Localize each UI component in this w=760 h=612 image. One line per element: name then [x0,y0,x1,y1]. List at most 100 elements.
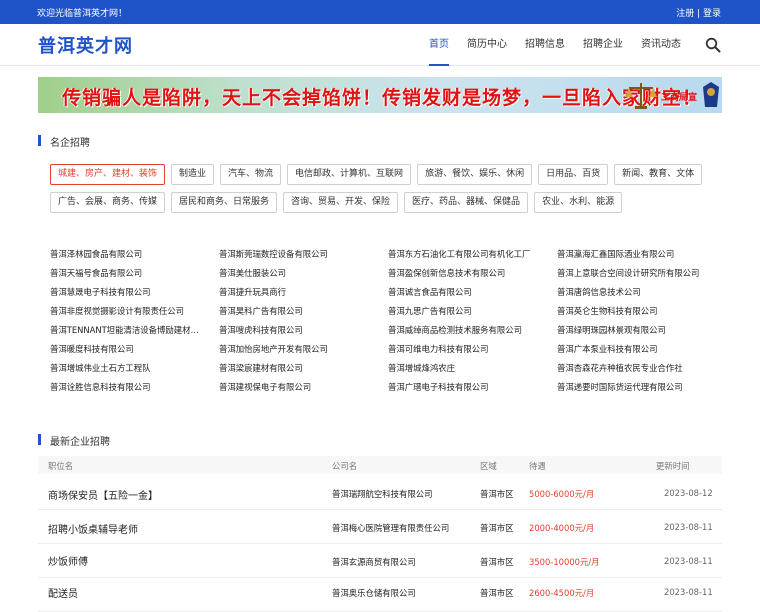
company-grid: 普洱泽林园食品有限公司 普洱斯莞瑞数控设备有限公司 普洱东方石油化工有限公司有机化工… [50,245,730,397]
industry-tag[interactable]: 新闻、教育、文体 [614,164,703,185]
job-title-link[interactable]: 招聘小饭桌辅导老师 [48,521,138,536]
col-position: 职位名 [48,461,74,471]
industry-tag[interactable]: 汽车、物流 [220,164,282,185]
banner-badge: 工商局宣 [661,93,698,103]
company-link[interactable]: 普洱上意联合空间设计研究所有限公司 [557,264,726,283]
company-link[interactable]: 普洱TENNANT坦能清洁设备博励建材… [50,321,219,340]
company-link[interactable]: 普洱暖度科技有限公司 [50,340,219,359]
job-company-link[interactable]: 普洱玄源商贸有限公司 [332,556,416,568]
job-company-link[interactable]: 普洱梅心医院管理有限责任公司 [332,522,449,534]
job-title-link[interactable]: 商场保安员【五险一金】 [48,487,158,502]
industry-tag[interactable]: 农业、水利、能源 [534,192,623,213]
col-updated: 更新时间 [656,461,690,471]
industry-tags: 城建、房产、建材、装饰 制造业 汽车、物流 电信邮政、计算机、互联网 旅游、餐饮… [50,164,703,220]
industry-tag[interactable]: 广告、会展、商务、传媒 [50,192,166,213]
login-link[interactable]: 登录 [703,9,721,19]
company-link[interactable]: 普洱盈保创新信息技术有限公司 [388,264,557,283]
job-pay: 2000-4000元/月 [529,523,595,533]
company-link[interactable]: 普洱梁宸建材有限公司 [219,359,388,378]
job-date: 2023-08-11 [664,556,713,566]
company-link[interactable]: 普洱英仑生物科技有限公司 [557,302,726,321]
industry-tag[interactable]: 城建、房产、建材、装饰 [50,164,166,185]
company-link[interactable]: 普洱诚言食品有限公司 [388,283,557,302]
job-row[interactable]: 商场保安员【五险一金】 普洱瑞翔航空科技有限公司 普洱市区 5000-6000元… [38,476,722,510]
banner-slogan: 传销骗人是陷阱，天上不会掉馅饼！传销发财是场梦，一旦陷入家财空！ [62,87,703,109]
company-link[interactable]: 普洱广瑨电子科技有限公司 [388,378,557,397]
company-link[interactable]: 普洱九思广告有限公司 [388,302,557,321]
company-link[interactable]: 普洱广本泵业科技有限公司 [557,340,726,359]
company-link[interactable]: 普洱威绰商品检测技术服务有限公司 [388,321,557,340]
col-company: 公司名 [332,461,358,471]
company-link[interactable]: 普洱东方石油化工有限公司有机化工厂 [388,245,557,264]
company-link[interactable]: 普洱增城伟业土石方工程队 [50,359,219,378]
job-area: 普洱市区 [480,523,514,533]
job-title-link[interactable]: 炒饭师傅 [48,553,88,568]
latest-jobs-title: 最新企业招聘 [38,433,110,448]
nav-companies[interactable]: 招聘企业 [583,24,623,66]
job-row[interactable]: 配送员 普洱奥乐仓储有限公司 普洱市区 2600-4500元/月 2023-08… [38,578,722,612]
industry-tag[interactable]: 制造业 [171,164,215,185]
job-row[interactable]: 炒饭师傅 普洱玄源商贸有限公司 普洱市区 3500-10000元/月 2023-… [38,544,722,578]
company-link[interactable]: 普洱增城烽鸿农庄 [388,359,557,378]
site-logo[interactable]: 普洱英才网 [38,32,133,58]
company-link[interactable]: 普洱慧晟电子科技有限公司 [50,283,219,302]
company-link[interactable]: 普洱美仕服装公司 [219,264,388,283]
company-link[interactable]: 普洱瀛海汇鑫国际酒业有限公司 [557,245,726,264]
jobs-table-header: 职位名 公司名 区域 待遇 更新时间 [38,456,722,474]
job-pay: 5000-6000元/月 [529,489,595,499]
company-link[interactable]: 普洱建视保电子有限公司 [219,378,388,397]
industry-tag[interactable]: 居民和商务、日常服务 [171,192,278,213]
job-title-link[interactable]: 配送员 [48,585,78,600]
job-area: 普洱市区 [480,588,514,598]
job-area: 普洱市区 [480,557,514,567]
industry-tag[interactable]: 日用品、百货 [538,164,609,185]
nav-home[interactable]: 首页 [429,24,449,66]
company-link[interactable]: 普洱诠胜信息科技有限公司 [50,378,219,397]
job-date: 2023-08-12 [664,488,713,498]
company-link[interactable]: 普洱杏森花卉种植农民专业合作社 [557,359,726,378]
nav-resume-center[interactable]: 简历中心 [467,24,507,66]
nav-job-info[interactable]: 招聘信息 [525,24,565,66]
anti-fraud-banner[interactable]: 传销骗人是陷阱，天上不会掉馅饼！传销发财是场梦，一旦陷入家财空！ 工商局宣 [38,77,722,113]
job-date: 2023-08-11 [664,587,713,597]
main-nav: 首页 简历中心 招聘信息 招聘企业 资讯动态 [411,24,721,66]
top-bar: 欢迎光临普洱英才网！ 注册 | 登录 [0,0,760,24]
nav-news[interactable]: 资讯动态 [641,24,681,66]
site-header: 普洱英才网 首页 简历中心 招聘信息 招聘企业 资讯动态 [0,24,760,66]
company-link[interactable]: 普洱绿明珠园林景观有限公司 [557,321,726,340]
company-link[interactable]: 普洱非度视觉摄影设计有限责任公司 [50,302,219,321]
company-link[interactable]: 普洱加怡房地产开发有限公司 [219,340,388,359]
company-link[interactable]: 普洱天福号食品有限公司 [50,264,219,283]
auth-separator: | [694,8,703,19]
tag-row: 城建、房产、建材、装饰 制造业 汽车、物流 电信邮政、计算机、互联网 旅游、餐饮… [50,164,703,185]
job-pay: 2600-4500元/月 [529,588,595,598]
industry-tag[interactable]: 电信邮政、计算机、互联网 [287,164,412,185]
emblem-icon [703,82,719,107]
job-date: 2023-08-11 [664,522,713,532]
register-link[interactable]: 注册 [676,9,694,19]
col-pay: 待遇 [529,461,546,471]
col-area: 区域 [480,461,497,471]
auth-links: 注册 | 登录 [676,6,721,19]
industry-tag[interactable]: 旅游、餐饮、娱乐、休闲 [417,164,533,185]
industry-tag[interactable]: 咨询、贸易、开发、保险 [283,192,399,213]
company-link[interactable]: 普洱递要时国际货运代理有限公司 [557,378,726,397]
company-link[interactable]: 普洱昊科广告有限公司 [219,302,388,321]
job-company-link[interactable]: 普洱瑞翔航空科技有限公司 [332,488,433,500]
job-area: 普洱市区 [480,489,514,499]
company-link[interactable]: 普洱斯莞瑞数控设备有限公司 [219,245,388,264]
company-link[interactable]: 普洱捷升玩具商行 [219,283,388,302]
job-row[interactable]: 招聘小饭桌辅导老师 普洱梅心医院管理有限责任公司 普洱市区 2000-4000元… [38,510,722,544]
company-link[interactable]: 普洱唐鸽信息技术公司 [557,283,726,302]
tag-row: 广告、会展、商务、传媒 居民和商务、日常服务 咨询、贸易、开发、保险 医疗、药品… [50,192,690,213]
famous-companies-title: 名企招聘 [38,134,90,149]
job-pay: 3500-10000元/月 [529,557,600,567]
company-link[interactable]: 普洱可维电力科技有限公司 [388,340,557,359]
welcome-text: 欢迎光临普洱英才网！ [37,8,128,19]
search-icon[interactable] [705,37,721,53]
job-company-link[interactable]: 普洱奥乐仓储有限公司 [332,587,416,599]
scale-illustration-icon [625,83,657,109]
company-link[interactable]: 普洱泽林园食品有限公司 [50,245,219,264]
industry-tag[interactable]: 医疗、药品、器械、保健品 [404,192,529,213]
company-link[interactable]: 普洱嗖虎科技有限公司 [219,321,388,340]
